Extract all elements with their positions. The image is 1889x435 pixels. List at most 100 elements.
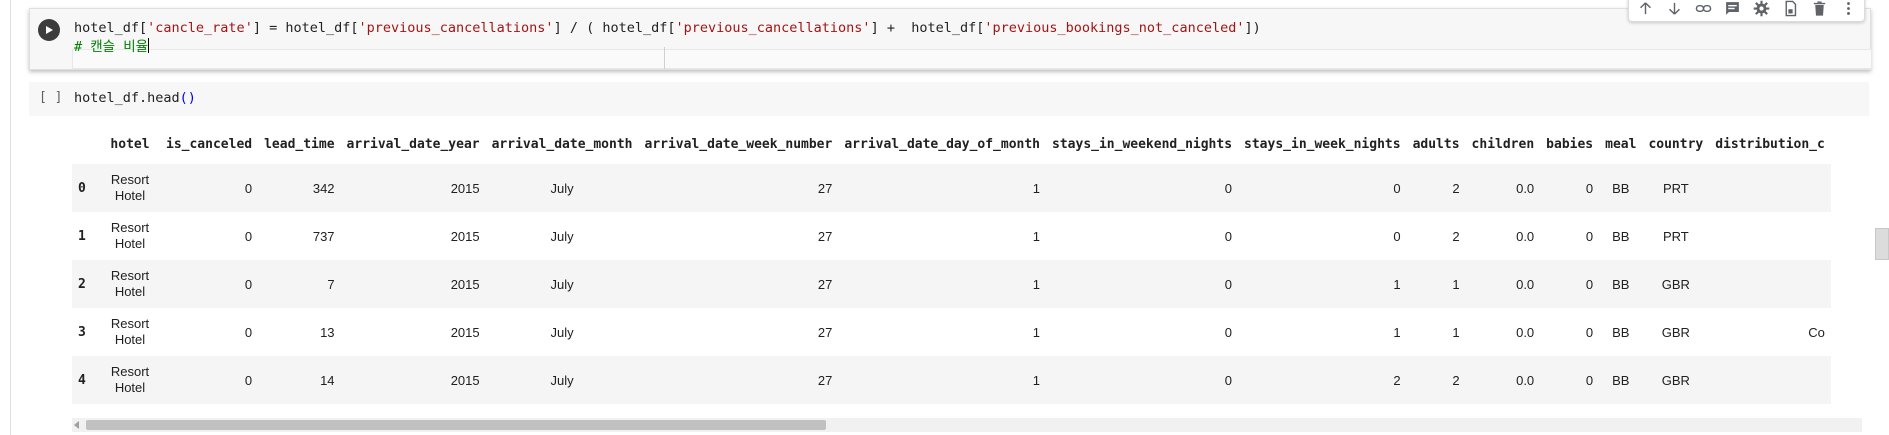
code-string-token: 'previous_cancellations': [675, 20, 871, 36]
table-cell: 7: [327, 276, 335, 292]
code-cell-head[interactable]: [ ] hotel_df.head(): [29, 82, 1869, 116]
code-token: hotel_df[: [74, 20, 148, 36]
code-line-1: hotel_df['cancle_rate'] = hotel_df['prev…: [74, 19, 1854, 38]
link-icon[interactable]: [1693, 0, 1713, 18]
table-cell: 0: [1585, 372, 1594, 388]
table-cell: 0: [244, 372, 253, 388]
run-cell-button[interactable]: [38, 19, 60, 41]
table-cell: 13: [320, 324, 335, 340]
vertical-scrollbar-thumb[interactable]: [1875, 228, 1889, 260]
column-header: country: [1648, 136, 1704, 152]
table-cell: 0.0: [1516, 180, 1535, 196]
table-cell: 342: [312, 180, 335, 196]
column-header: adults: [1412, 136, 1460, 152]
table-cell: 0: [1585, 276, 1594, 292]
row-index: 4: [78, 372, 86, 388]
text-cursor: [148, 38, 150, 53]
arrow-down-icon[interactable]: [1664, 0, 1684, 18]
table-cell: 0: [1224, 228, 1233, 244]
table-cell: 1: [1393, 276, 1401, 292]
column-header: meal: [1605, 136, 1637, 152]
table-cell: BB: [1612, 180, 1630, 196]
table-cell: BB: [1612, 228, 1630, 244]
arrow-up-icon[interactable]: [1635, 0, 1655, 18]
settings-icon[interactable]: [1751, 0, 1771, 18]
table-cell: 2015: [450, 180, 480, 196]
comment-icon[interactable]: [1722, 0, 1742, 18]
table-cell: 1: [1032, 372, 1041, 388]
code-line-head: hotel_df.head(): [74, 90, 196, 106]
table-cell: 0.0: [1516, 228, 1535, 244]
table-cell: 0: [244, 228, 253, 244]
code-string-token: 'cancle_rate': [147, 20, 253, 36]
cell-toolbar: [1628, 0, 1865, 22]
column-header: lead_time: [264, 136, 335, 152]
table-cell: [1709, 356, 1831, 404]
code-token: ]): [1244, 20, 1261, 36]
table-cell: PRT: [1662, 228, 1689, 244]
code-cell-active[interactable]: hotel_df['cancle_rate'] = hotel_df['prev…: [29, 8, 1872, 70]
table-cell: 0: [244, 276, 253, 292]
table-cell: 2015: [450, 276, 480, 292]
row-index: 2: [78, 276, 86, 292]
table-cell: 2: [1452, 228, 1460, 244]
table-cell: 2015: [450, 372, 480, 388]
more-vert-icon[interactable]: [1838, 0, 1858, 18]
table-cell: PRT: [1662, 180, 1689, 196]
column-header: hotel: [110, 136, 150, 152]
row-index: 3: [78, 324, 86, 340]
table-cell: 0.0: [1516, 276, 1535, 292]
code-string-token: 'previous_bookings_not_canceled': [984, 20, 1245, 36]
table-cell: 1: [1393, 324, 1401, 340]
table-cell: [1709, 260, 1831, 308]
code-editor[interactable]: hotel_df['cancle_rate'] = hotel_df['prev…: [72, 19, 1872, 69]
table-cell: 0: [244, 324, 253, 340]
column-header: arrival_date_week_number: [644, 136, 833, 152]
table-cell: 27: [817, 228, 833, 244]
table-cell: July: [550, 324, 574, 340]
code-comment: # 캔슬 비율: [74, 39, 149, 55]
table-row: 3 Resort Hotel 0 13 2015 July 27 1 0 1 1 0.0 0 BB GBR C…: [72, 308, 1831, 356]
table-cell: 0: [244, 180, 253, 196]
execution-count[interactable]: [ ]: [39, 90, 62, 105]
table-cell: Resort Hotel: [110, 364, 150, 395]
table-cell: 0.0: [1516, 324, 1535, 340]
delete-icon[interactable]: [1809, 0, 1829, 18]
column-header: arrival_date_year: [346, 136, 480, 152]
code-line-2: # 캔슬 비율: [74, 38, 1854, 57]
table-cell: 1: [1032, 324, 1041, 340]
horizontal-scrollbar[interactable]: [72, 418, 1862, 432]
table-cell: 0: [1224, 372, 1233, 388]
table-cell: Resort Hotel: [110, 316, 150, 347]
table-cell: 1: [1032, 180, 1041, 196]
table-cell: [1709, 212, 1831, 260]
table-cell: GBR: [1661, 324, 1690, 340]
column-header: stays_in_week_nights: [1244, 136, 1401, 152]
table-header-row: hotel is_canceled lead_time arrival_date_ye…: [72, 124, 1831, 164]
table-cell: 0: [1224, 276, 1233, 292]
scroll-left-arrow-icon[interactable]: [74, 421, 79, 429]
play-icon: [46, 26, 53, 34]
table-cell: 27: [817, 180, 833, 196]
table-cell: 2: [1452, 372, 1460, 388]
table-cell: 1: [1032, 228, 1041, 244]
mirror-cell-icon[interactable]: [1780, 0, 1800, 18]
column-header: distribution_c: [1715, 136, 1825, 152]
row-index: 0: [78, 180, 86, 196]
table-cell: 0: [1224, 180, 1233, 196]
table-cell: Co: [1808, 324, 1825, 340]
column-header: is_canceled: [166, 136, 253, 152]
table-cell: 27: [817, 276, 833, 292]
table-cell: 0: [1585, 324, 1594, 340]
table-row: 0 Resort Hotel 0 342 2015 July 27 1 0 0 2 0.0 0 BB PRT: [72, 164, 1831, 212]
notebook-gutter-line: [10, 0, 11, 435]
horizontal-scrollbar-thumb[interactable]: [86, 420, 826, 430]
table-cell: 0: [1224, 324, 1233, 340]
table-cell: Resort Hotel: [110, 268, 150, 299]
table-cell: 2: [1452, 180, 1460, 196]
table-cell: 0: [1393, 180, 1401, 196]
table-cell: July: [550, 228, 574, 244]
table-cell: 1: [1032, 276, 1041, 292]
column-header: arrival_date_month: [491, 136, 633, 152]
table-cell: GBR: [1661, 276, 1690, 292]
